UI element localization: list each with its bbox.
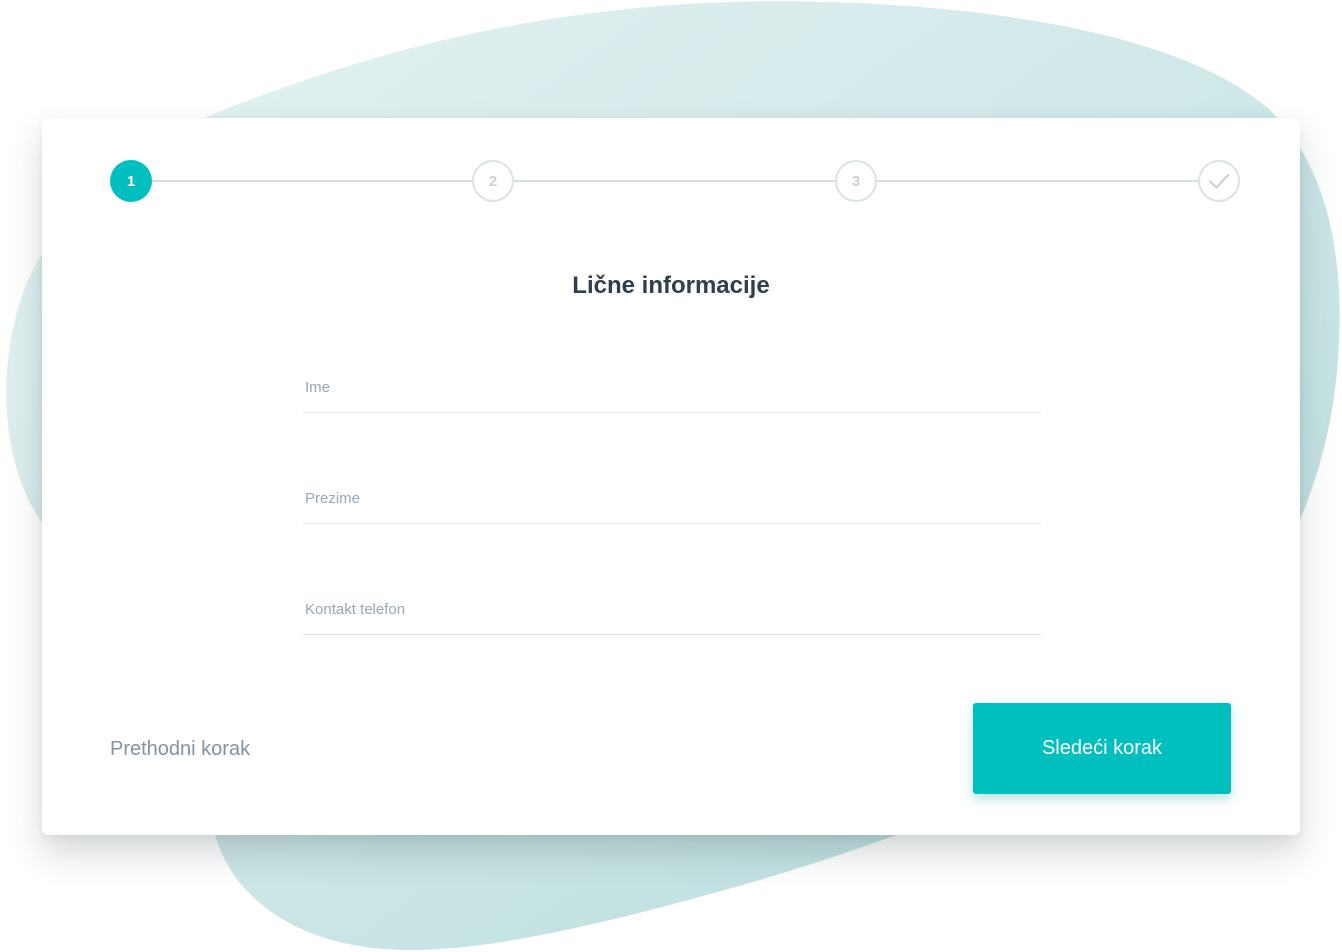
- next-step-button[interactable]: Sledeći korak: [973, 703, 1231, 794]
- step-2[interactable]: 2: [472, 160, 514, 202]
- step-1[interactable]: 1: [110, 160, 152, 202]
- phone-input[interactable]: [305, 598, 1005, 620]
- first-name-field: [303, 366, 1041, 413]
- step-2-label: 2: [488, 172, 498, 190]
- check-icon: [1208, 173, 1230, 189]
- step-3[interactable]: 3: [835, 160, 877, 202]
- first-name-input[interactable]: [305, 376, 1005, 398]
- step-complete[interactable]: [1198, 160, 1240, 202]
- step-connector-1-2: [151, 180, 473, 182]
- form-title: Lične informacije: [572, 272, 770, 299]
- step-1-label: 1: [126, 172, 136, 190]
- progress-stepper: 1 2 3: [110, 160, 1240, 202]
- wizard-card: 1 2 3 Lične informacije Prethodni korak …: [42, 118, 1300, 835]
- phone-field: [303, 588, 1041, 635]
- step-connector-3-done: [877, 180, 1199, 182]
- step-3-label: 3: [851, 172, 861, 190]
- last-name-input[interactable]: [305, 487, 1005, 509]
- previous-step-link[interactable]: Prethodni korak: [110, 738, 250, 761]
- step-connector-2-3: [514, 180, 837, 182]
- last-name-field: [303, 477, 1041, 524]
